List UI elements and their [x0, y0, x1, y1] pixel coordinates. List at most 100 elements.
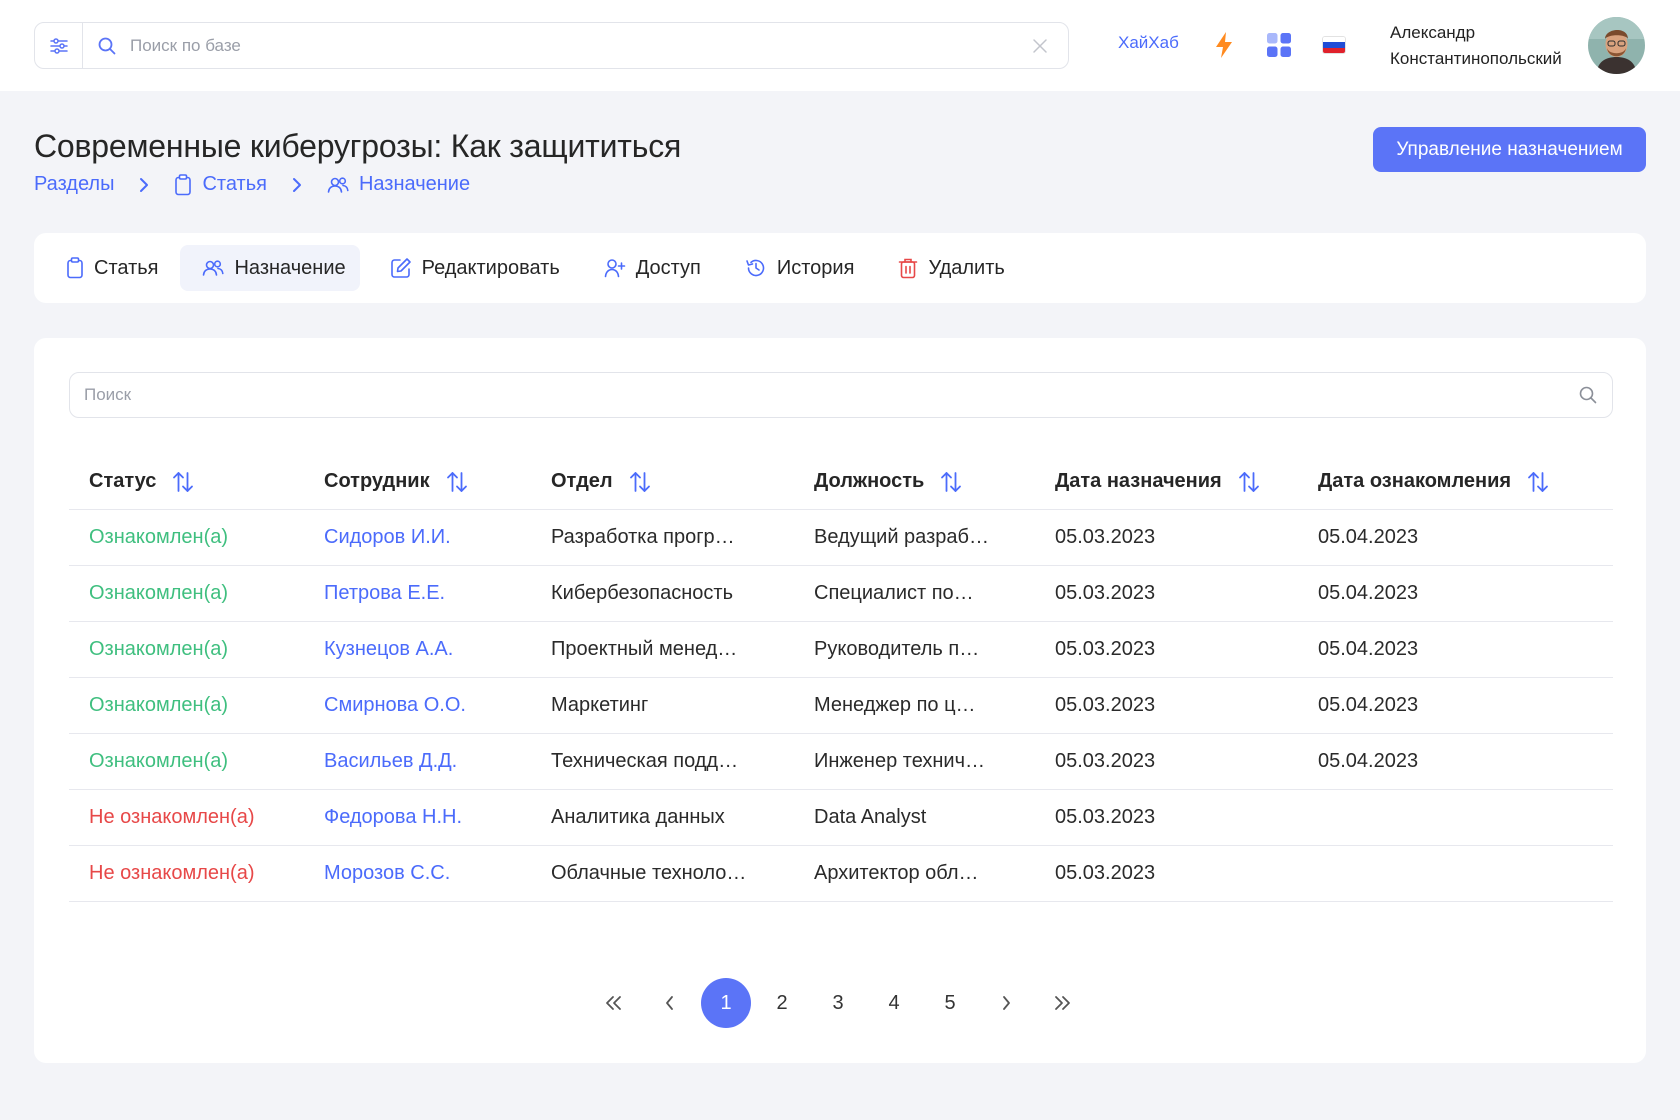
tab-history-label: История — [776, 256, 855, 279]
sort-icon[interactable] — [1238, 471, 1260, 493]
assigned-date-cell: 05.03.2023 — [1055, 526, 1156, 548]
sort-icon[interactable] — [172, 471, 194, 493]
chevron-left-icon — [666, 996, 673, 1010]
column-header-status[interactable]: Статус — [89, 454, 194, 509]
table-row: Не ознакомлен(а) Морозов С.С. Облачные т… — [69, 846, 1613, 902]
chevron-right-icon — [291, 176, 303, 194]
users-icon — [202, 259, 225, 277]
chevron-right-icon — [1003, 996, 1010, 1010]
employee-link[interactable]: Петрова Е.Е. — [324, 566, 445, 621]
status-cell: Не ознакомлен(а) — [89, 862, 255, 884]
employee-link[interactable]: Сидоров И.И. — [324, 510, 451, 565]
column-header-status-label: Статус — [89, 470, 157, 492]
brand-link[interactable]: ХайХаб — [1118, 33, 1179, 53]
sliders-icon — [49, 37, 68, 54]
breadcrumb-sections[interactable]: Разделы — [34, 173, 114, 196]
department-cell: Проектный менед… — [551, 638, 738, 660]
page-button[interactable]: 3 — [813, 978, 863, 1028]
tab-article[interactable]: Статья — [44, 245, 172, 291]
tab-delete[interactable]: Удалить — [876, 245, 1018, 291]
position-cell: Менеджер по ц… — [814, 694, 976, 716]
table-row: Ознакомлен(а) Смирнова О.О. Маркетинг Ме… — [69, 678, 1613, 734]
assigned-date-cell: 05.03.2023 — [1055, 638, 1156, 660]
position-cell: Специалист по… — [814, 582, 974, 604]
breadcrumb-assignment-label: Назначение — [358, 173, 471, 195]
tab-edit[interactable]: Редактировать — [368, 245, 574, 291]
chevrons-right-icon — [1055, 996, 1070, 1010]
column-header-department-label: Отдел — [551, 470, 613, 492]
table-search — [69, 372, 1613, 418]
user-plus-icon — [604, 258, 626, 278]
department-cell: Маркетинг — [551, 694, 649, 716]
department-cell: Аналитика данных — [551, 806, 725, 828]
users-icon — [327, 176, 349, 194]
avatar[interactable] — [1588, 17, 1645, 74]
column-header-acknowledged-date[interactable]: Дата ознакомления — [1318, 454, 1549, 509]
employee-link[interactable]: Васильев Д.Д. — [324, 734, 457, 789]
user-last-name: Константинопольский — [1390, 49, 1562, 68]
apps-grid-icon[interactable] — [1266, 32, 1292, 58]
column-header-employee-label: Сотрудник — [324, 470, 430, 492]
user-first-name: Александр — [1390, 23, 1476, 42]
global-search — [34, 22, 1069, 69]
assignment-table: Статус Сотрудник Отдел Должность Дата на… — [69, 454, 1613, 902]
lightning-icon[interactable] — [1213, 31, 1235, 59]
status-cell: Ознакомлен(а) — [89, 526, 229, 548]
column-header-position[interactable]: Должность — [814, 454, 962, 509]
tab-access-label: Доступ — [635, 256, 701, 279]
next-page-button[interactable] — [981, 978, 1031, 1028]
breadcrumb-article-label: Статья — [202, 173, 267, 195]
column-header-assigned-date[interactable]: Дата назначения — [1055, 454, 1260, 509]
sort-icon[interactable] — [629, 471, 651, 493]
first-page-button[interactable] — [589, 978, 639, 1028]
tab-edit-label: Редактировать — [421, 256, 560, 279]
table-header: Статус Сотрудник Отдел Должность Дата на… — [69, 454, 1613, 510]
assigned-date-cell: 05.03.2023 — [1055, 750, 1156, 772]
tab-assignment[interactable]: Назначение — [180, 245, 360, 291]
status-cell: Ознакомлен(а) — [89, 694, 229, 716]
employee-link[interactable]: Федорова Н.Н. — [324, 790, 462, 845]
assigned-date-cell: 05.03.2023 — [1055, 806, 1156, 828]
table-row: Ознакомлен(а) Васильев Д.Д. Техническая … — [69, 734, 1613, 790]
column-header-assigned-date-label: Дата назначения — [1055, 470, 1222, 492]
department-cell: Разработка прогр… — [551, 526, 735, 548]
chevron-right-icon — [138, 176, 150, 194]
breadcrumb-article[interactable]: Статья — [174, 173, 267, 196]
page-button[interactable]: 4 — [869, 978, 919, 1028]
sort-icon[interactable] — [940, 471, 962, 493]
last-page-button[interactable] — [1037, 978, 1087, 1028]
breadcrumb-assignment[interactable]: Назначение — [327, 173, 470, 196]
user-name: Александр Константинопольский — [1390, 20, 1562, 72]
page-button[interactable]: 5 — [925, 978, 975, 1028]
chevrons-left-icon — [606, 996, 621, 1010]
table-search-input[interactable] — [84, 375, 1578, 415]
employee-link[interactable]: Кузнецов А.А. — [324, 622, 453, 677]
pagination: 1 2 3 4 5 — [589, 978, 1093, 1028]
status-cell: Ознакомлен(а) — [89, 582, 229, 604]
russia-flag-icon[interactable] — [1322, 36, 1346, 54]
page-button[interactable]: 2 — [757, 978, 807, 1028]
employee-link[interactable]: Смирнова О.О. — [324, 678, 466, 733]
employee-link[interactable]: Морозов С.С. — [324, 846, 450, 901]
tab-history[interactable]: История — [723, 245, 869, 291]
assigned-date-cell: 05.03.2023 — [1055, 862, 1156, 884]
breadcrumb-sections-label: Разделы — [34, 173, 115, 195]
previous-page-button[interactable] — [645, 978, 695, 1028]
status-cell: Ознакомлен(а) — [89, 638, 229, 660]
acknowledged-date-cell: 05.04.2023 — [1318, 582, 1419, 604]
assigned-date-cell: 05.03.2023 — [1055, 582, 1156, 604]
column-header-position-label: Должность — [814, 470, 925, 492]
acknowledged-date-cell: 05.04.2023 — [1318, 694, 1419, 716]
sort-icon[interactable] — [1527, 471, 1549, 493]
filter-button[interactable] — [35, 23, 83, 68]
column-header-department[interactable]: Отдел — [551, 454, 651, 509]
search-icon[interactable] — [1578, 385, 1598, 405]
clear-search-button[interactable] — [1020, 26, 1060, 66]
tab-access[interactable]: Доступ — [582, 245, 715, 291]
manage-assignment-button[interactable]: Управление назначением — [1373, 127, 1646, 172]
global-search-input[interactable] — [130, 25, 1020, 66]
page-button[interactable]: 1 — [701, 978, 751, 1028]
sort-icon[interactable] — [446, 471, 468, 493]
column-header-employee[interactable]: Сотрудник — [324, 454, 468, 509]
tab-delete-label: Удалить — [928, 256, 1005, 279]
